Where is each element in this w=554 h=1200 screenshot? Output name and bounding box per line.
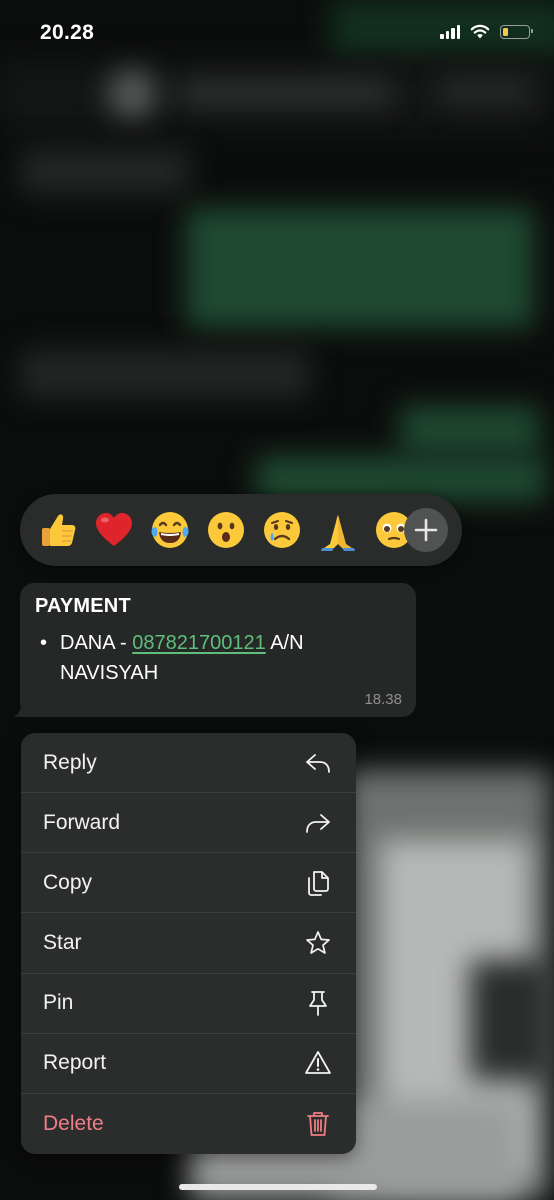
menu-item-delete[interactable]: Delete: [21, 1094, 356, 1154]
reaction-bar: [20, 494, 462, 566]
forward-icon: [304, 809, 332, 837]
thumbs-up-icon[interactable]: [36, 508, 80, 552]
battery-icon: [500, 24, 533, 39]
reply-icon: [304, 749, 332, 777]
plus-icon: [414, 518, 438, 542]
status-time: 20.28: [40, 21, 95, 44]
home-indicator[interactable]: [179, 1184, 377, 1190]
message-timestamp: 18.38: [364, 691, 402, 708]
menu-item-label: Copy: [43, 870, 93, 894]
red-heart-icon[interactable]: [92, 508, 136, 552]
tears-of-joy-icon[interactable]: [148, 508, 192, 552]
menu-item-label: Star: [43, 930, 82, 954]
bullet: •: [40, 632, 48, 654]
pin-icon: [304, 989, 332, 1017]
cellular-signal-icon: [440, 24, 460, 39]
message-line: • DANA - 087821700121 A/N NAVISYAH: [35, 628, 400, 688]
menu-item-label: Report: [43, 1051, 107, 1075]
menu-item-pin[interactable]: Pin: [21, 974, 356, 1034]
menu-item-label: Pin: [43, 991, 74, 1015]
more-reactions-button[interactable]: [404, 508, 448, 552]
menu-item-forward[interactable]: Forward: [21, 793, 356, 854]
copy-icon: [304, 869, 332, 897]
menu-item-report[interactable]: Report: [21, 1034, 356, 1094]
wifi-icon: [470, 24, 490, 39]
menu-item-star[interactable]: Star: [21, 913, 356, 974]
menu-item-label: Delete: [43, 1111, 104, 1135]
context-menu: Reply Forward Copy Star Pin Report Delet…: [21, 733, 356, 1154]
crying-face-icon[interactable]: [260, 508, 304, 552]
trash-icon: [304, 1110, 332, 1138]
message-bubble[interactable]: PAYMENT • DANA - 087821700121 A/N NAVISY…: [20, 583, 416, 717]
phone-number-link[interactable]: 087821700121: [132, 632, 265, 654]
star-icon: [304, 929, 332, 957]
folded-hands-icon[interactable]: [316, 508, 360, 552]
menu-item-reply[interactable]: Reply: [21, 733, 356, 794]
menu-item-label: Forward: [43, 810, 121, 834]
message-line-prefix: DANA -: [60, 632, 133, 654]
menu-item-label: Reply: [43, 750, 97, 774]
message-title: PAYMENT: [35, 595, 131, 617]
surprised-face-icon[interactable]: [204, 508, 248, 552]
status-icons: [440, 24, 533, 39]
menu-item-copy[interactable]: Copy: [21, 853, 356, 914]
warning-icon: [304, 1049, 332, 1077]
